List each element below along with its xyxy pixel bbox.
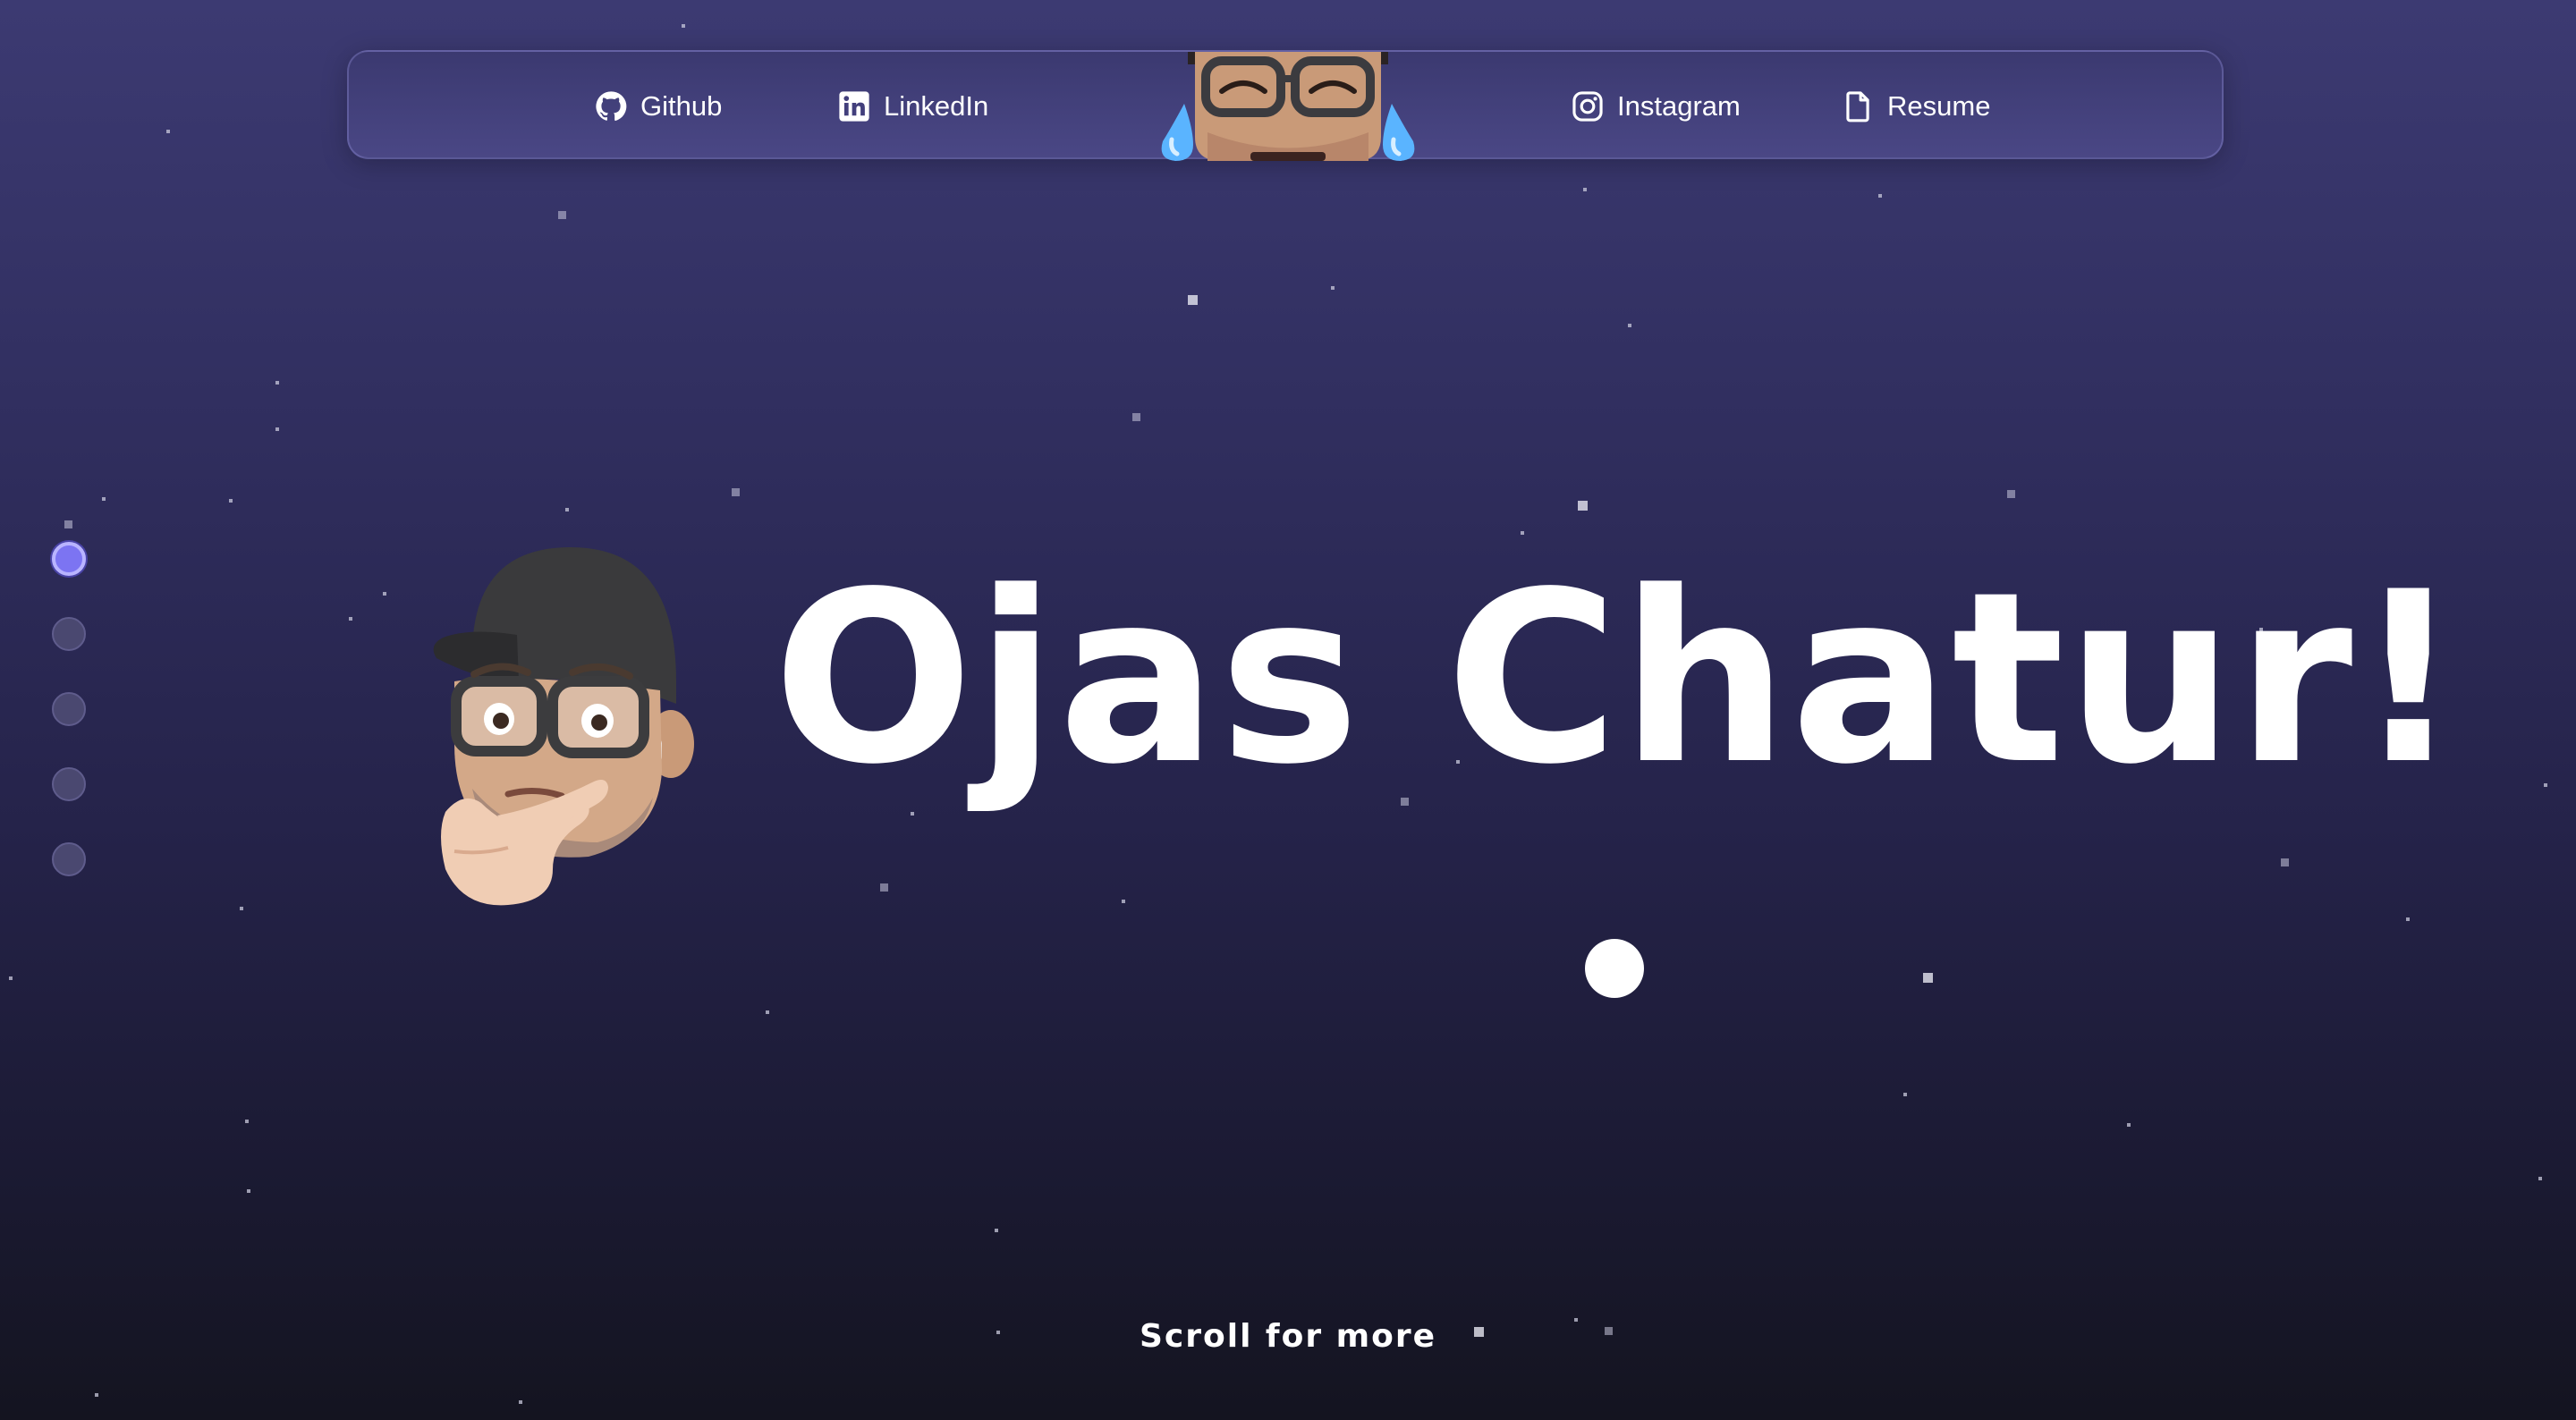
linkedin-label: LinkedIn: [884, 90, 989, 122]
section-dot-5[interactable]: [52, 842, 86, 876]
instagram-label: Instagram: [1617, 90, 1741, 122]
cursor-dot: [1585, 939, 1644, 998]
linkedin-link[interactable]: LinkedIn: [837, 52, 988, 161]
thinking-memoji-avatar: [419, 547, 703, 912]
resume-link[interactable]: Resume: [1841, 52, 1990, 161]
instagram-icon: [1572, 91, 1603, 122]
github-link[interactable]: Github: [594, 52, 722, 161]
section-dot-1[interactable]: [52, 542, 86, 576]
section-dot-2[interactable]: [52, 617, 86, 651]
section-dots: [52, 542, 88, 917]
hero-title: Ojas Chatur!: [773, 542, 2464, 816]
document-icon: [1846, 91, 1869, 123]
scroll-hint[interactable]: Scroll for more: [0, 1318, 2576, 1355]
instagram-link[interactable]: Instagram: [1571, 52, 1741, 161]
section-dot-4[interactable]: [52, 767, 86, 801]
laughing-memoji-avatar: [1154, 52, 1422, 161]
resume-label: Resume: [1887, 90, 1991, 122]
github-icon: [596, 91, 627, 121]
linkedin-icon: [839, 91, 869, 122]
section-dot-3[interactable]: [52, 692, 86, 726]
top-navbar: Github LinkedIn Instagram Resume: [347, 50, 2224, 161]
github-label: Github: [640, 90, 723, 122]
